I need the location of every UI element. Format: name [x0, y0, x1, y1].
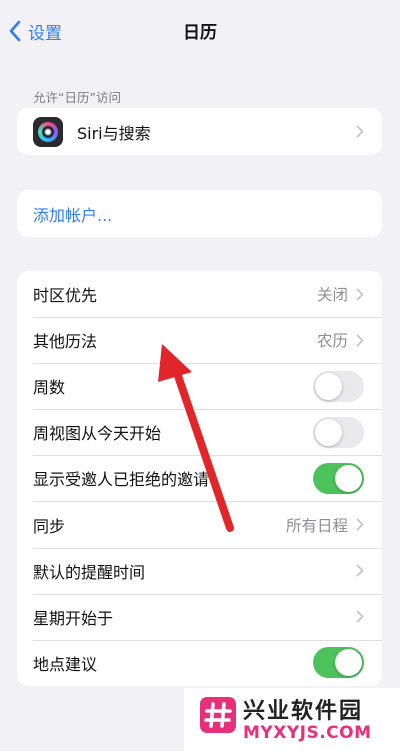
- setting-label: 显示受邀人已拒绝的邀请: [33, 470, 210, 490]
- settings-row-sync[interactable]: 同步 所有日程: [17, 501, 382, 547]
- settings-row-alternate-calendars[interactable]: 其他历法 农历: [17, 317, 382, 363]
- setting-label: 周数: [33, 378, 66, 398]
- siri-icon: [33, 116, 63, 147]
- chevron-right-icon: [356, 564, 364, 577]
- week-view-today-toggle[interactable]: [313, 416, 364, 448]
- setting-label: 周视图从今天开始: [33, 424, 162, 444]
- page-title: 日历: [183, 23, 217, 43]
- watermark-url: MYXYJS.COM: [243, 723, 372, 743]
- settings-row-location-suggestions: 地点建议: [17, 639, 382, 686]
- settings-row-start-week-on[interactable]: 星期开始于: [17, 593, 382, 640]
- chevron-right-icon: [356, 288, 364, 300]
- settings-row-week-view-starts-today: 周视图从今天开始: [17, 409, 382, 455]
- show-declined-toggle[interactable]: [313, 462, 364, 494]
- setting-value: 关闭: [316, 286, 348, 305]
- toggle-knob: [335, 464, 362, 492]
- week-numbers-toggle[interactable]: [313, 370, 364, 402]
- account-group: 添加帐户...: [17, 190, 382, 237]
- chevron-right-icon: [356, 334, 364, 347]
- setting-value: 农历: [316, 332, 348, 351]
- setting-value: 所有日程: [285, 516, 348, 535]
- settings-row-default-alert-times[interactable]: 默认的提醒时间: [17, 547, 382, 594]
- siri-search-row[interactable]: Siri与搜索: [17, 108, 382, 155]
- siri-search-label: Siri与搜索: [77, 123, 151, 143]
- chevron-right-icon: [356, 125, 364, 138]
- watermark: 兴业软件园 MYXYJS.COM: [184, 688, 400, 751]
- add-account-button[interactable]: 添加帐户...: [17, 190, 382, 237]
- setting-label: 地点建议: [33, 654, 98, 674]
- settings-row-week-numbers: 周数: [17, 363, 382, 409]
- setting-label: 默认的提醒时间: [33, 562, 146, 582]
- setting-label: 星期开始于: [33, 608, 114, 628]
- toggle-knob: [335, 649, 362, 677]
- toggle-knob: [315, 372, 342, 400]
- setting-label: 时区优先: [33, 286, 98, 306]
- setting-label: 其他历法: [33, 332, 98, 352]
- chevron-right-icon: [356, 518, 364, 531]
- access-group: Siri与搜索: [17, 108, 382, 155]
- add-account-label: 添加帐户...: [33, 205, 113, 225]
- location-suggestions-toggle[interactable]: [313, 647, 364, 679]
- hash-logo-icon: [200, 697, 236, 733]
- toggle-knob: [315, 418, 342, 446]
- chevron-right-icon: [356, 610, 364, 623]
- navigation-bar: 设置 日历: [0, 0, 400, 62]
- settings-row-timezone-override[interactable]: 时区优先 关闭: [17, 271, 382, 317]
- section-header-access: 允许“日历”访问: [33, 90, 121, 105]
- settings-row-show-declined: 显示受邀人已拒绝的邀请: [17, 455, 382, 501]
- watermark-text: 兴业软件园: [243, 699, 364, 724]
- calendar-settings-group: 时区优先 关闭 其他历法 农历 周数 周视图从今天开始 显示受邀人已拒绝的邀请 …: [17, 271, 382, 686]
- setting-label: 同步: [33, 516, 66, 536]
